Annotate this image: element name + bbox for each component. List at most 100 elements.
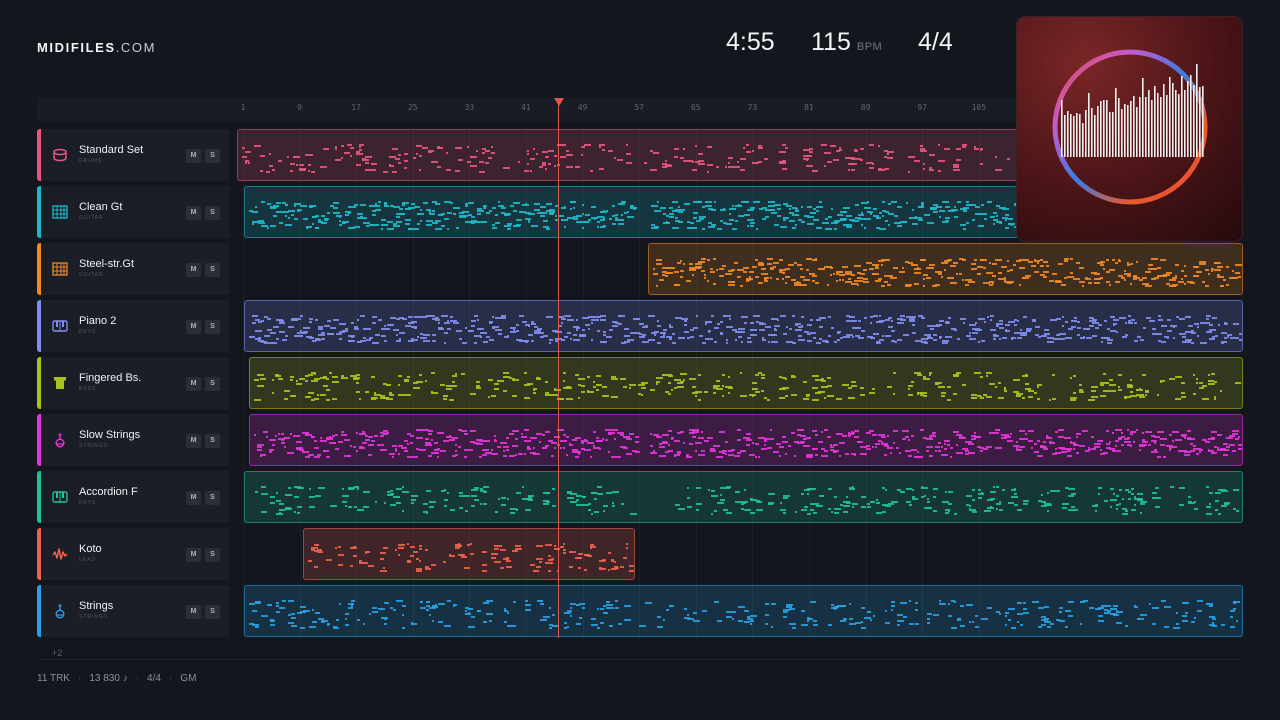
ruler-bar-label: 57	[634, 103, 645, 112]
visualizer-bar	[1121, 109, 1123, 157]
note-lane	[249, 201, 1017, 230]
midi-region[interactable]	[244, 585, 1243, 637]
track-color-bar	[37, 129, 41, 181]
mute-button[interactable]: M	[186, 548, 201, 562]
solo-button[interactable]: S	[205, 434, 220, 448]
piano-icon	[52, 318, 68, 334]
note-lane	[255, 486, 1239, 515]
note-lane	[242, 144, 1010, 173]
track-category: GUITAR	[79, 215, 104, 221]
track-header[interactable]: Accordion F KEYS M S	[37, 471, 230, 523]
solo-button[interactable]: S	[205, 605, 220, 619]
track-name: Piano 2	[79, 315, 117, 327]
track-name: Steel-str.Gt	[79, 258, 135, 270]
ruler-bar-label: 17	[351, 103, 362, 112]
more-tracks-indicator[interactable]: +2	[52, 648, 62, 658]
ruler-bar-label: 81	[804, 103, 814, 112]
track-color-bar	[37, 471, 41, 523]
visualizer-bar	[1154, 86, 1156, 157]
visualizer-bar	[1076, 113, 1078, 157]
visualizer-bar	[1172, 83, 1174, 157]
ruler-bar-label: 65	[690, 103, 701, 112]
track-header[interactable]: Koto LEAD M S	[37, 528, 230, 580]
track-name: Clean Gt	[79, 201, 123, 213]
midi-standard: GM	[180, 673, 197, 684]
track-header[interactable]: Clean Gt GUITAR M S	[37, 186, 230, 238]
solo-button[interactable]: S	[205, 206, 220, 220]
visualizer-bar	[1157, 93, 1159, 157]
track-header[interactable]: Fingered Bs. BASS M S	[37, 357, 230, 409]
piano-icon	[52, 489, 68, 505]
ruler-bar-label: 41	[521, 103, 531, 112]
visualizer-bar	[1139, 97, 1141, 157]
track-category: KEYS	[79, 500, 97, 506]
drum-icon	[52, 147, 68, 163]
ruler-bar-label: 9	[297, 103, 303, 112]
track-category: GUITAR	[79, 272, 104, 278]
guitar-icon	[52, 204, 68, 220]
note-lane	[308, 543, 634, 572]
solo-button[interactable]: S	[205, 491, 220, 505]
track-category: BASS	[79, 386, 97, 392]
footer-divider	[37, 659, 1243, 660]
album-art	[1016, 16, 1243, 242]
midi-region[interactable]	[244, 300, 1243, 352]
mute-button[interactable]: M	[186, 206, 201, 220]
midi-region[interactable]	[648, 243, 1243, 295]
ruler-bar-label: 33	[464, 103, 475, 112]
file-summary: 11 TRK · 13 830 ♪ · 4/4 · GM	[37, 673, 197, 684]
mute-button[interactable]: M	[186, 149, 201, 163]
visualizer-bar	[1163, 84, 1165, 157]
ruler-bar-label: 105	[971, 103, 987, 112]
midi-region[interactable]	[244, 186, 1018, 238]
midi-region[interactable]	[244, 471, 1243, 523]
mute-button[interactable]: M	[186, 434, 201, 448]
track-header[interactable]: Steel-str.Gt GUITAR M S	[37, 243, 230, 295]
track-color-bar	[37, 414, 41, 466]
visualizer-bar	[1094, 115, 1096, 157]
solo-button[interactable]: S	[205, 320, 220, 334]
midi-region[interactable]	[303, 528, 635, 580]
visualizer-bar	[1070, 114, 1072, 157]
track-color-bar	[37, 585, 41, 637]
playhead-handle[interactable]	[554, 98, 564, 106]
track-header[interactable]: Strings STRINGS M S	[37, 585, 230, 637]
track-color-bar	[37, 357, 41, 409]
track-header[interactable]: Slow Strings STRINGS M S	[37, 414, 230, 466]
tempo-unit: BPM	[856, 41, 883, 53]
visualizer-bar	[1142, 78, 1144, 157]
time-signature: 4/4	[918, 28, 953, 56]
mute-button[interactable]: M	[186, 263, 201, 277]
solo-button[interactable]: S	[205, 548, 220, 562]
visualizer-bar	[1178, 94, 1180, 157]
track-category: DRUMS	[79, 158, 103, 164]
midi-region[interactable]	[249, 414, 1243, 466]
track-category: STRINGS	[79, 614, 109, 620]
midi-region[interactable]	[237, 129, 1018, 181]
track-header[interactable]: Piano 2 KEYS M S	[37, 300, 230, 352]
visualizer-bar	[1130, 101, 1132, 157]
note-lane	[653, 258, 1242, 287]
mute-button[interactable]: M	[186, 605, 201, 619]
visualizer-bar	[1160, 97, 1162, 157]
midi-region[interactable]	[249, 357, 1243, 409]
mute-button[interactable]: M	[186, 491, 201, 505]
visualizer-bar	[1193, 85, 1195, 157]
site-logo[interactable]: MIDIFILES.COM	[37, 40, 156, 55]
ruler-bar-label: 25	[407, 103, 418, 112]
bass-icon	[52, 375, 68, 391]
visualizer-bar	[1175, 90, 1177, 157]
track-name: Accordion F	[79, 486, 138, 498]
tempo-value: 115	[811, 28, 851, 56]
playhead[interactable]	[558, 104, 559, 638]
visualizer-bar	[1106, 100, 1108, 157]
ruler-bar-label: 73	[747, 103, 758, 112]
mute-button[interactable]: M	[186, 377, 201, 391]
solo-button[interactable]: S	[205, 263, 220, 277]
mute-button[interactable]: M	[186, 320, 201, 334]
violin-icon	[52, 432, 68, 448]
track-header[interactable]: Standard Set DRUMS M S	[37, 129, 230, 181]
visualizer-bar	[1103, 100, 1105, 157]
solo-button[interactable]: S	[205, 377, 220, 391]
solo-button[interactable]: S	[205, 149, 220, 163]
